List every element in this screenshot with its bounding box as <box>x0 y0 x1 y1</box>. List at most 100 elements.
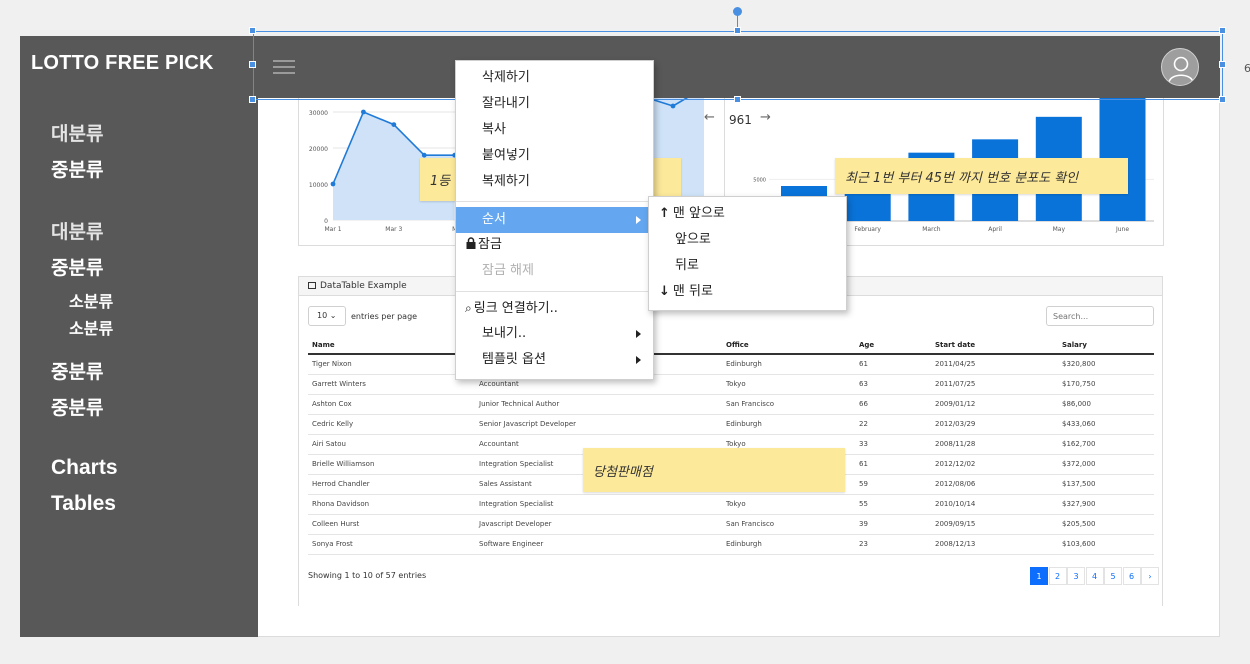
table-cell: $327,900 <box>1058 494 1154 515</box>
column-header[interactable]: Salary <box>1058 336 1154 355</box>
menu-item-template-label: 템플릿 옵션 <box>482 352 546 367</box>
y-tick-label: 5000 <box>753 177 766 183</box>
page-button[interactable]: 4 <box>1085 567 1104 585</box>
data-point <box>670 103 676 109</box>
chevron-down-icon: ⌄ <box>329 311 337 320</box>
y-tick-label: 30000 <box>309 110 328 117</box>
submenu-item-bring-to-front[interactable]: ↑ 맨 앞으로 <box>649 201 846 227</box>
search-input[interactable] <box>1046 306 1154 326</box>
page-button[interactable]: 6 <box>1122 567 1141 585</box>
data-point <box>361 109 366 115</box>
table-cell: 59 <box>855 474 931 495</box>
rotate-handle[interactable] <box>733 7 742 16</box>
page-button[interactable]: 1 <box>1030 567 1048 585</box>
entries-select[interactable]: 10 ⌄ <box>308 306 346 326</box>
page-button[interactable]: 5 <box>1104 567 1122 585</box>
arrow-up-icon: ↑ <box>659 206 670 221</box>
page-button[interactable]: 2 <box>1048 567 1067 585</box>
table-cell: $103,600 <box>1058 534 1154 555</box>
sidebar-item-subcategory[interactable]: 중분류 <box>51 357 103 384</box>
table-cell: 2009/09/15 <box>931 514 1058 535</box>
table-cell: San Francisco <box>722 514 855 535</box>
resize-handle-nw[interactable] <box>249 27 256 34</box>
table-cell: Integration Specialist <box>475 494 722 515</box>
column-header[interactable]: Age <box>855 336 931 355</box>
table-cell: 39 <box>855 514 931 535</box>
menu-item-link[interactable]: ⌕ 링크 연결하기.. <box>456 295 653 321</box>
menu-item-copy[interactable]: 복사 <box>456 117 653 143</box>
next-page-button[interactable]: › <box>1141 567 1159 585</box>
user-icon[interactable] <box>1161 48 1199 86</box>
table-cell: 66 <box>855 394 931 415</box>
table-cell: $86,000 <box>1058 394 1154 415</box>
table-cell: 23 <box>855 534 931 555</box>
sidebar-item-subcategory[interactable]: 중분류 <box>51 253 103 280</box>
resize-handle-n[interactable] <box>734 27 741 34</box>
resize-handle-s[interactable] <box>734 96 741 103</box>
datatable-title: DataTable Example <box>320 281 407 291</box>
sidebar-item-category[interactable]: 대분류 <box>51 119 103 146</box>
sidebar-item-category[interactable]: 대분류 <box>51 217 103 244</box>
menu-item-order[interactable]: 순서 <box>456 207 653 233</box>
menu-item-cut[interactable]: 잘라내기 <box>456 91 653 117</box>
submenu-item-bring-forward[interactable]: 앞으로 <box>649 227 846 253</box>
hamburger-icon[interactable] <box>273 60 295 76</box>
sidebar-item-minor[interactable]: 소분류 <box>69 288 113 312</box>
y-tick-label: 20000 <box>309 146 328 153</box>
submenu-label: 맨 뒤로 <box>672 284 713 299</box>
menu-item-duplicate[interactable]: 복제하기 <box>456 169 653 195</box>
table-cell: Brielle Williamson <box>308 454 475 475</box>
table-cell: $170,750 <box>1058 374 1154 395</box>
arrow-down-icon: ↓ <box>659 284 670 299</box>
menu-item-unlock: 잠금 해제 <box>482 263 534 278</box>
table-cell: 2009/01/12 <box>931 394 1058 415</box>
table-cell: Cedric Kelly <box>308 414 475 435</box>
table-row: Colleen Hurst Javascript Developer San Fra… <box>308 514 1154 535</box>
brand-title[interactable]: LOTTO FREE PICK <box>31 52 214 75</box>
menu-item-delete[interactable]: 삭제하기 <box>456 65 653 91</box>
table-cell: Tokyo <box>722 494 855 515</box>
column-header[interactable]: Name <box>308 336 475 355</box>
table-row: Sonya Frost Software Engineer Edinburgh 23 2… <box>308 534 1154 555</box>
menu-item-lock[interactable]: 잠금 <box>456 232 653 258</box>
resize-handle-e[interactable] <box>1219 61 1226 68</box>
table-cell: Ashton Cox <box>308 394 475 415</box>
sidebar-item-subcategory[interactable]: 중분류 <box>51 393 103 420</box>
menu-item-send[interactable]: 보내기.. <box>456 321 653 347</box>
table-cell: $137,500 <box>1058 474 1154 495</box>
x-tick-label: February <box>854 226 881 233</box>
sidebar-item-minor[interactable]: 소분류 <box>69 315 113 339</box>
table-cell: 2010/10/14 <box>931 494 1058 515</box>
table-cell: 2012/03/29 <box>931 414 1058 435</box>
table-cell: Airi Satou <box>308 434 475 455</box>
resize-handle-se[interactable] <box>1219 96 1226 103</box>
resize-handle-sw[interactable] <box>249 96 256 103</box>
column-header[interactable]: Office <box>722 336 855 355</box>
y-tick-label: 0 <box>324 218 328 225</box>
context-menu: 삭제하기 잘라내기 복사 붙여넣기 복제하기 순서 잠금 잠금 해제 ⌕ 링크 연… <box>455 60 654 380</box>
table-cell: 33 <box>855 434 931 455</box>
table-cell: Rhona Davidson <box>308 494 475 515</box>
menu-item-template-options[interactable]: 템플릿 옵션 <box>456 347 653 373</box>
submenu-item-send-backward[interactable]: 뒤로 <box>649 253 846 279</box>
sidebar-item-charts[interactable]: Charts <box>51 456 118 480</box>
sticky-note-text: 1등 <box>430 174 451 189</box>
table-cell: Tiger Nixon <box>308 354 475 375</box>
chevron-right-icon <box>636 330 641 338</box>
sticky-note[interactable]: 당첨판매점 <box>583 448 845 492</box>
submenu-item-send-to-back[interactable]: ↓ 맨 뒤로 <box>649 279 846 305</box>
page-button[interactable]: 3 <box>1067 567 1085 585</box>
x-tick-label: May <box>1053 226 1066 233</box>
sidebar-item-subcategory[interactable]: 중분류 <box>51 155 103 182</box>
menu-item-paste[interactable]: 붙여넣기 <box>456 143 653 169</box>
table-cell: Herrod Chandler <box>308 474 475 495</box>
sidebar-item-tables[interactable]: Tables <box>51 492 116 516</box>
top-navbar[interactable] <box>253 36 1220 98</box>
column-header[interactable]: Start date <box>931 336 1058 355</box>
entries-select-value: 10 <box>317 311 328 320</box>
resize-handle-ne[interactable] <box>1219 27 1226 34</box>
menu-item-lock-label: 잠금 <box>478 237 502 252</box>
sticky-note[interactable]: 최근 1번 부터 45번 까지 번호 분포도 확인 <box>835 158 1128 194</box>
table-cell: Edinburgh <box>722 534 855 555</box>
resize-handle-w[interactable] <box>249 61 256 68</box>
